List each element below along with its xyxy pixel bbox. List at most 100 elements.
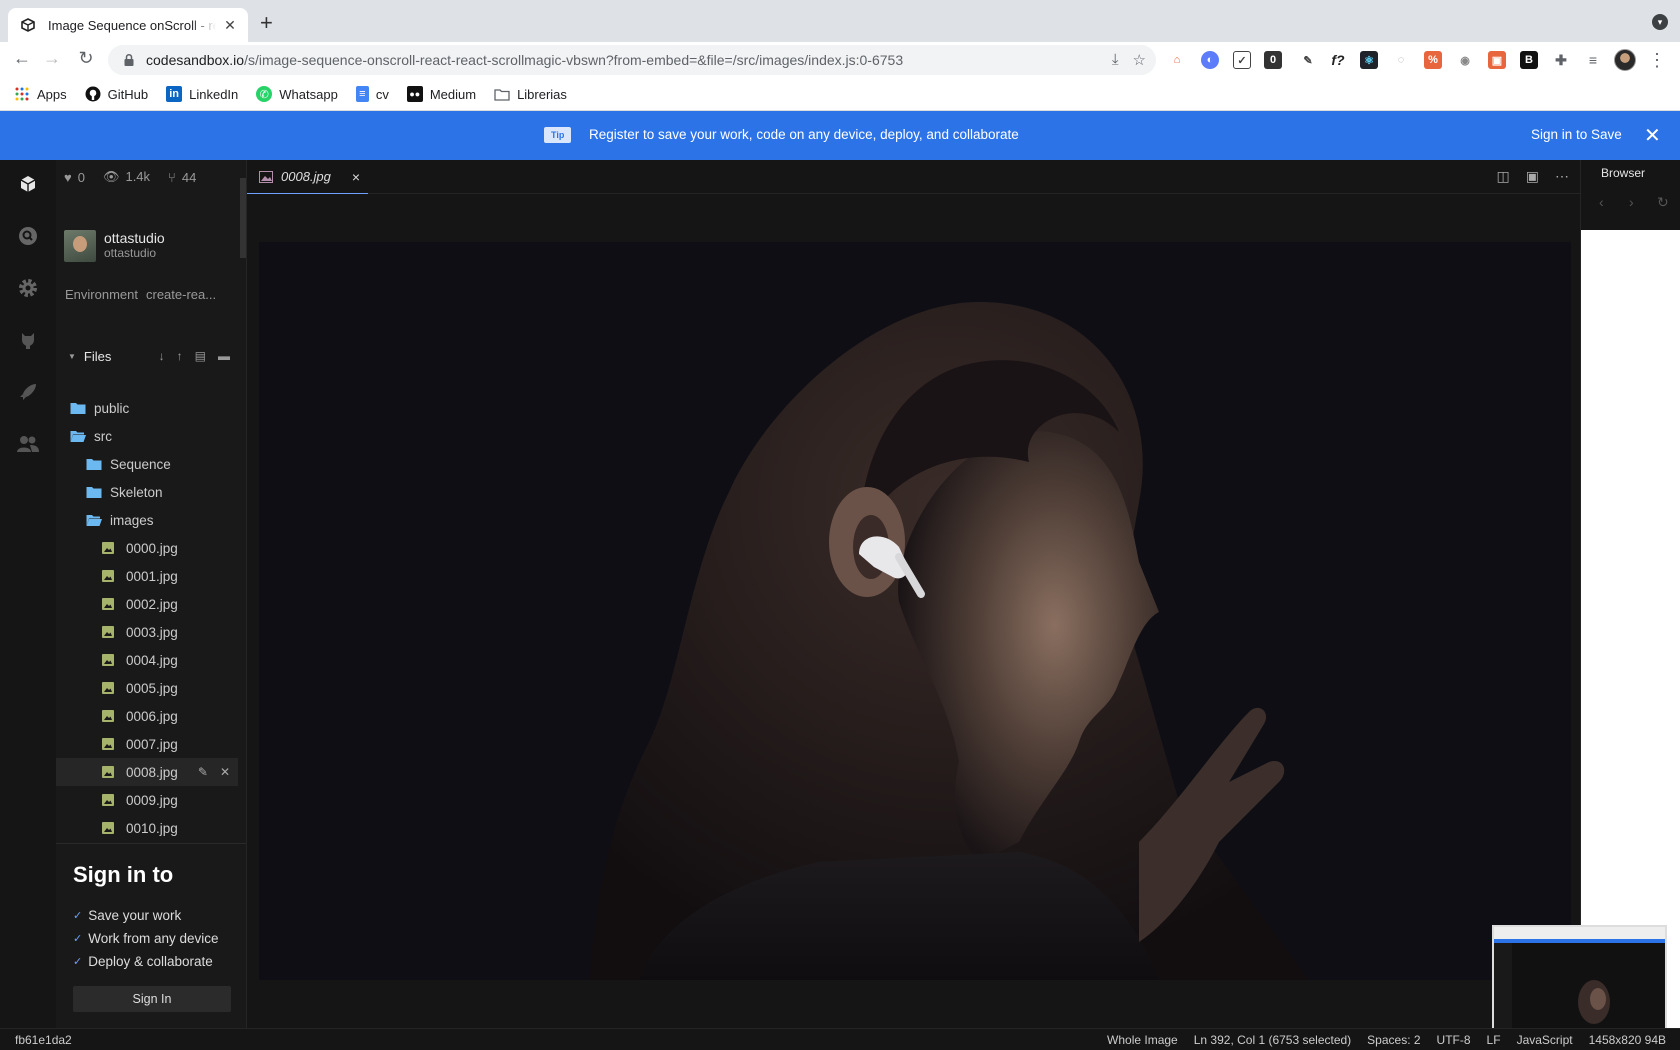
status-indentation[interactable]: Spaces: 2 [1367, 1033, 1420, 1047]
tree-item-label: public [94, 400, 130, 416]
editor-tab-0008[interactable]: 0008.jpg × [247, 160, 368, 194]
status-encoding[interactable]: UTF-8 [1437, 1033, 1471, 1047]
browser-toolbar: ← → ↻ codesandbox.io/s/image-sequence-on… [0, 42, 1680, 78]
file-item[interactable]: 0006.jpg [56, 702, 238, 730]
environment-label: Environment [65, 287, 138, 302]
editor-tab-label: 0008.jpg [281, 169, 331, 184]
install-app-icon[interactable]: ⤓ [1112, 51, 1119, 69]
extension-circle-icon[interactable]: ◐ [1201, 51, 1219, 69]
extension-orange-icon[interactable]: % [1424, 51, 1442, 69]
reload-icon[interactable]: ↻ [74, 48, 98, 69]
live-collaborate-icon[interactable] [16, 432, 40, 456]
deploy-rocket-icon[interactable] [16, 380, 40, 404]
settings-gear-icon[interactable] [16, 276, 40, 300]
folder-item[interactable]: Skeleton [56, 478, 238, 506]
extensions-puzzle-icon[interactable]: ✚ [1552, 51, 1570, 69]
tree-item-label: Skeleton [110, 484, 163, 500]
close-banner-icon[interactable]: ✕ [1644, 123, 1661, 148]
image-viewer [259, 242, 1571, 980]
sandbox-info-icon[interactable] [16, 172, 40, 196]
bookmark-whatsapp[interactable]: ✆ Whatsapp [256, 86, 338, 102]
check-icon: ✓ [73, 910, 83, 922]
file-item[interactable]: 0001.jpg [56, 562, 238, 590]
tab-search-icon[interactable]: ▾ [1652, 14, 1668, 30]
reading-list-icon[interactable]: ≡ [1584, 51, 1602, 69]
preview-iframe[interactable] [1581, 230, 1680, 1028]
preview-refresh-icon[interactable]: ↻ [1657, 194, 1669, 211]
download-icon[interactable]: ↓ [159, 349, 165, 363]
bookmark-apps[interactable]: Apps [14, 86, 67, 102]
file-item[interactable]: 0002.jpg [56, 590, 238, 618]
folder-icon [494, 86, 510, 102]
preview-back-icon[interactable]: ‹ [1599, 194, 1604, 210]
file-item[interactable]: 0003.jpg [56, 618, 238, 646]
bookmarks-bar: Apps GitHub in LinkedIn ✆ Whatsapp ≡ cv … [0, 78, 1680, 111]
rename-pencil-icon[interactable]: ✎ [198, 765, 208, 779]
screenshot-thumbnail[interactable] [1492, 925, 1667, 1036]
file-item[interactable]: 0009.jpg [56, 786, 238, 814]
extension-ngrok-icon[interactable]: ⌂ [1168, 51, 1186, 69]
bookmark-github[interactable]: GitHub [85, 86, 148, 102]
extension-b-icon[interactable]: B [1520, 51, 1538, 69]
github-icon [85, 86, 101, 102]
folder-item[interactable]: public [56, 394, 238, 422]
file-item[interactable]: 0000.jpg [56, 534, 238, 562]
camera-icon[interactable]: ◉ [1456, 51, 1474, 69]
folder-item[interactable]: src [56, 422, 238, 450]
status-cursor-position[interactable]: Ln 392, Col 1 (6753 selected) [1194, 1033, 1351, 1047]
folder-icon [70, 401, 86, 415]
bookmark-star-icon[interactable]: ☆ [1133, 51, 1146, 69]
browser-menu-icon[interactable]: ⋮ [1648, 50, 1666, 71]
collapse-triangle-icon[interactable]: ▼ [68, 352, 76, 361]
new-folder-icon[interactable]: ▬ [218, 349, 230, 363]
check-icon: ✓ [73, 956, 83, 968]
extension-spinner-icon[interactable]: ◌ [1392, 51, 1410, 69]
folder-item[interactable]: Sequence [56, 450, 238, 478]
close-editor-tab-icon[interactable]: × [352, 169, 360, 185]
react-devtools-icon[interactable]: ⚛ [1360, 51, 1378, 69]
file-item[interactable]: 0007.jpg [56, 730, 238, 758]
bookmark-librerias[interactable]: Librerias [494, 86, 567, 102]
status-eol[interactable]: LF [1487, 1033, 1501, 1047]
split-editor-icon[interactable]: ◫ [1497, 168, 1510, 185]
delete-x-icon[interactable]: ✕ [220, 765, 230, 779]
status-language[interactable]: JavaScript [1517, 1033, 1573, 1047]
bookmark-linkedin[interactable]: in LinkedIn [166, 86, 238, 102]
tree-item-label: 0002.jpg [126, 596, 178, 612]
folder-item[interactable]: images [56, 506, 238, 534]
new-file-icon[interactable]: ▤ [195, 349, 206, 363]
forward-icon[interactable]: → [40, 48, 64, 69]
tree-item-label: 0004.jpg [126, 652, 178, 668]
file-item[interactable]: 0005.jpg [56, 674, 238, 702]
address-bar[interactable]: codesandbox.io/s/image-sequence-onscroll… [108, 45, 1156, 75]
sign-in-button[interactable]: Sign In [73, 986, 231, 1012]
search-icon[interactable] [16, 224, 40, 248]
profile-avatar[interactable] [1614, 49, 1636, 71]
more-actions-icon[interactable]: ⋯ [1555, 168, 1569, 185]
files-section-header[interactable]: ▼ Files ↓ ↑ ▤ ▬ [56, 344, 238, 368]
file-item[interactable]: 0004.jpg [56, 646, 238, 674]
colorpick-icon[interactable]: ✎ [1299, 51, 1317, 69]
fx-icon[interactable]: f? [1329, 51, 1347, 69]
new-tab-button[interactable]: + [260, 12, 273, 34]
file-item[interactable]: 0008.jpg ✎ ✕ [56, 758, 238, 786]
extension-zero-icon[interactable]: 0 [1264, 51, 1282, 69]
preview-forward-icon[interactable]: › [1629, 194, 1634, 210]
extension-off-icon[interactable]: ▣ [1488, 51, 1506, 69]
back-icon[interactable]: ← [10, 48, 34, 69]
browser-tab-title: Image Sequence onScroll - react-react-sc… [48, 17, 216, 33]
editor-tab-bar: 0008.jpg × ◫ ▣ ⋯ [247, 160, 1581, 194]
browser-tab[interactable]: Image Sequence onScroll - react-react-sc… [8, 8, 248, 42]
likes-stat[interactable]: ♥ 0 [64, 170, 85, 185]
upload-icon[interactable]: ↑ [177, 349, 183, 363]
bookmark-medium[interactable]: ●● Medium [406, 86, 476, 102]
pocket-icon[interactable]: ✓ [1233, 51, 1251, 69]
close-tab-icon[interactable]: ✕ [222, 17, 238, 34]
status-zoom-mode[interactable]: Whole Image [1107, 1033, 1178, 1047]
sign-in-to-save-link[interactable]: Sign in to Save [1531, 127, 1622, 142]
open-preview-icon[interactable]: ▣ [1526, 168, 1539, 185]
author-card[interactable]: ottastudio ottastudio [64, 230, 165, 262]
file-item[interactable]: 0010.jpg [56, 814, 238, 842]
github-icon[interactable] [16, 328, 40, 352]
bookmark-cv[interactable]: ≡ cv [355, 86, 389, 102]
